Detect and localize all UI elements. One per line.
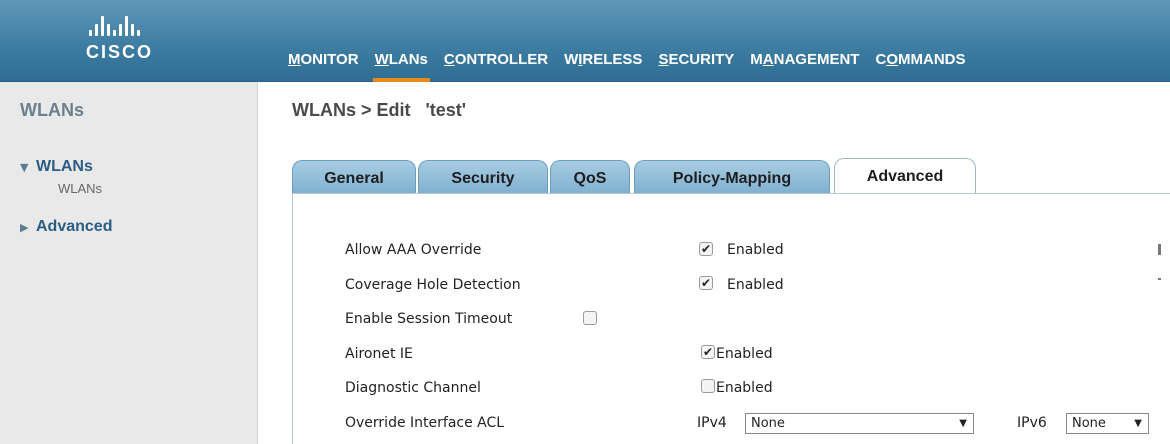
ipv4-acl-select[interactable]: None ▼ [745, 413, 974, 434]
sidebar-subitem-wlans[interactable]: WLANs [58, 181, 102, 196]
cisco-logo: CISCO [86, 16, 170, 68]
setting-label-coverage-hole-detection: Coverage Hole Detection [345, 277, 521, 293]
sidebar-title: WLANs [20, 100, 84, 120]
sidebar-item-label: Advanced [36, 218, 113, 235]
dropdown-arrow-icon: ▼ [1134, 418, 1142, 429]
collapsed-arrow-icon: ▶ [20, 220, 29, 234]
tab-security[interactable]: Security [418, 160, 548, 194]
cisco-wordmark: CISCO [86, 42, 154, 62]
diagnostic-channel-checkbox[interactable] [701, 379, 715, 393]
tab-advanced[interactable]: Advanced [834, 158, 976, 195]
dropdown-arrow-icon: ▼ [959, 418, 967, 429]
clipped-text-fragment [1158, 244, 1161, 255]
allow-aaa-override-value: Enabled [727, 242, 784, 258]
nav-management[interactable]: MANAGEMENT [742, 46, 867, 82]
allow-aaa-override-checkbox[interactable]: ✔ [699, 242, 713, 256]
tab-policy-mapping[interactable]: Policy-Mapping [634, 160, 830, 194]
expanded-arrow-icon: ▼ [20, 160, 29, 174]
top-header: CISCO MONITOR WLANs CONTROLLER WIRELESS … [0, 0, 1170, 82]
diagnostic-channel-value: Enabled [716, 380, 773, 396]
nav-wireless[interactable]: WIRELESS [556, 46, 650, 82]
nav-controller[interactable]: CONTROLLER [436, 46, 556, 82]
top-nav: MONITOR WLANs CONTROLLER WIRELESS SECURI… [280, 46, 974, 82]
ipv6-acl-select[interactable]: None ▼ [1066, 413, 1149, 434]
sidebar-item-advanced[interactable]: ▶ Advanced [20, 218, 112, 236]
cisco-logo-bars [89, 16, 170, 36]
setting-label-diagnostic-channel: Diagnostic Channel [345, 380, 481, 396]
tab-general[interactable]: General [292, 160, 416, 194]
clipped-text-fragment [1158, 278, 1161, 280]
setting-label-enable-session-timeout: Enable Session Timeout [345, 311, 513, 327]
ipv4-label: IPv4 [697, 415, 727, 431]
page-title: WLANs > Edit 'test' [292, 100, 467, 120]
nav-commands[interactable]: COMMANDS [867, 46, 973, 82]
coverage-hole-detection-checkbox[interactable]: ✔ [699, 276, 713, 290]
nav-wlans[interactable]: WLANs [367, 46, 436, 82]
setting-label-aironet-ie: Aironet IE [345, 346, 413, 362]
sidebar-item-label: WLANs [36, 158, 93, 175]
nav-security[interactable]: SECURITY [650, 46, 742, 82]
nav-monitor[interactable]: MONITOR [280, 46, 367, 82]
setting-label-override-interface-acl: Override Interface ACL [345, 415, 505, 431]
ipv6-label: IPv6 [1017, 415, 1047, 431]
sidebar-item-wlans[interactable]: ▼ WLANs [20, 158, 93, 176]
aironet-ie-value: Enabled [716, 346, 773, 362]
ipv4-acl-selected: None [751, 416, 785, 431]
tab-qos[interactable]: QoS [550, 160, 630, 194]
aironet-ie-checkbox[interactable]: ✔ [701, 345, 715, 359]
coverage-hole-detection-value: Enabled [727, 277, 784, 293]
setting-label-allow-aaa-override: Allow AAA Override [345, 242, 482, 258]
enable-session-timeout-checkbox[interactable] [583, 311, 597, 325]
ipv6-acl-selected: None [1072, 416, 1106, 431]
sidebar: WLANs [0, 82, 258, 444]
